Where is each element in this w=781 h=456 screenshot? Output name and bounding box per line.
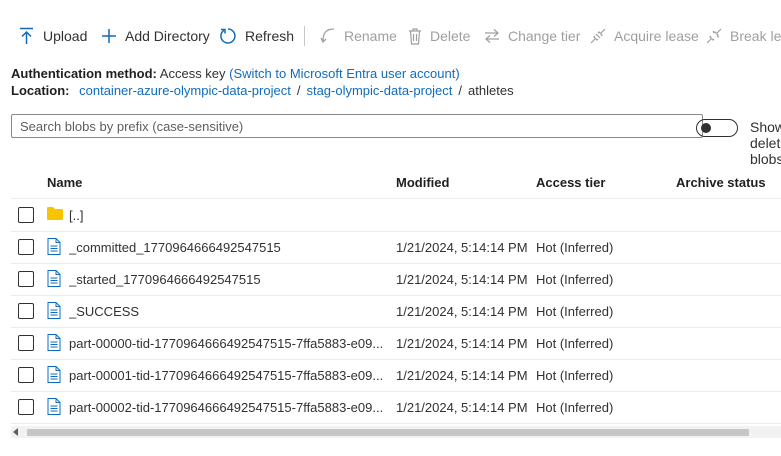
blob-access-tier: Hot (Inferred) [536, 368, 614, 383]
break-lease-label: Break lease [730, 28, 781, 44]
scroll-left-arrow[interactable] [13, 428, 18, 436]
search-blobs-input[interactable] [11, 114, 703, 138]
table-row[interactable]: part-00001-tid-1770964666492547515-7ffa5… [11, 359, 781, 392]
trash-icon [409, 27, 421, 45]
blob-modified: 1/21/2024, 5:14:14 PM [396, 368, 528, 383]
command-bar: Upload Add Directory Refresh Rename Dele… [0, 18, 781, 54]
column-header-name[interactable]: Name [47, 175, 82, 190]
blob-name[interactable]: part-00000-tid-1770964666492547515-7ffa5… [69, 336, 391, 351]
blob-modified: 1/21/2024, 5:14:14 PM [396, 400, 528, 415]
row-checkbox[interactable] [18, 367, 34, 383]
breadcrumb-container[interactable]: container-azure-olympic-data-project [79, 83, 291, 98]
blob-access-tier: Hot (Inferred) [536, 240, 614, 255]
folder-icon [47, 206, 63, 223]
row-checkbox[interactable] [18, 271, 34, 287]
rename-icon [320, 28, 335, 44]
change-tier-button[interactable]: Change tier [484, 18, 580, 54]
rename-button[interactable]: Rename [320, 18, 397, 54]
blob-modified: 1/21/2024, 5:14:14 PM [396, 336, 528, 351]
auth-method-line: Authentication method: Access key (Switc… [11, 66, 460, 81]
row-checkbox[interactable] [18, 399, 34, 415]
file-icon [47, 238, 61, 258]
table-row[interactable]: _committed_1770964666492547515 1/21/2024,… [11, 231, 781, 264]
breadcrumb: Location: container-azure-olympic-data-p… [11, 83, 514, 98]
blob-modified: 1/21/2024, 5:14:14 PM [396, 272, 528, 287]
scrollbar-thumb[interactable] [27, 429, 749, 436]
acquire-lease-button[interactable]: Acquire lease [590, 18, 699, 54]
toggle-knob [701, 123, 711, 133]
table-row[interactable]: [..] [11, 199, 781, 232]
auth-method-value: Access key [159, 66, 226, 81]
blob-access-tier: Hot (Inferred) [536, 400, 614, 415]
refresh-button[interactable]: Refresh [219, 18, 294, 54]
change-tier-label: Change tier [508, 28, 581, 44]
table-header: Name Modified Access tier Archive status [11, 166, 781, 199]
add-directory-label: Add Directory [125, 28, 210, 44]
row-checkbox[interactable] [18, 239, 34, 255]
break-link-icon [706, 28, 722, 44]
refresh-icon [220, 28, 236, 44]
row-checkbox[interactable] [18, 207, 34, 223]
breadcrumb-separator: / [296, 83, 301, 98]
blob-name[interactable]: _started_1770964666492547515 [69, 272, 391, 287]
blob-modified: 1/21/2024, 5:14:14 PM [396, 240, 528, 255]
table-row[interactable]: part-00000-tid-1770964666492547515-7ffa5… [11, 327, 781, 360]
switch-auth-link[interactable]: (Switch to Microsoft Entra user account) [229, 66, 459, 81]
table-row[interactable]: _SUCCESS 1/21/2024, 5:14:14 PM Hot (Inferr… [11, 295, 781, 328]
file-icon [47, 398, 61, 418]
horizontal-scrollbar[interactable] [11, 426, 781, 438]
blob-name[interactable]: part-00001-tid-1770964666492547515-7ffa5… [69, 368, 391, 383]
blob-name[interactable]: _SUCCESS [69, 304, 391, 319]
file-icon [47, 302, 61, 322]
breadcrumb-folder[interactable]: stag-olympic-data-project [306, 83, 452, 98]
blob-access-tier: Hot (Inferred) [536, 336, 614, 351]
location-label: Location: [11, 83, 70, 98]
blob-modified: 1/21/2024, 5:14:14 PM [396, 304, 528, 319]
file-icon [47, 334, 61, 354]
breadcrumb-separator: / [458, 83, 463, 98]
swap-icon [485, 29, 499, 43]
file-icon [47, 366, 61, 386]
file-icon [47, 270, 61, 290]
delete-button[interactable]: Delete [408, 18, 470, 54]
add-directory-button[interactable]: Add Directory [101, 18, 210, 54]
breadcrumb-current: athletes [468, 83, 514, 98]
blob-name[interactable]: part-00002-tid-1770964666492547515-7ffa5… [69, 400, 391, 415]
refresh-label: Refresh [245, 28, 295, 44]
show-deleted-label: Show deleted blobs [750, 119, 781, 167]
auth-method-label: Authentication method: [11, 66, 157, 81]
blob-access-tier: Hot (Inferred) [536, 304, 614, 319]
toolbar-divider [304, 26, 305, 46]
show-deleted-toggle[interactable] [696, 119, 738, 137]
break-lease-button[interactable]: Break lease [706, 18, 781, 54]
blob-name[interactable]: _committed_1770964666492547515 [69, 240, 391, 255]
plus-icon [102, 29, 116, 43]
table-row[interactable]: _started_1770964666492547515 1/21/2024, 5… [11, 263, 781, 296]
rename-label: Rename [344, 28, 397, 44]
column-header-archive-status[interactable]: Archive status [676, 175, 766, 190]
upload-icon [20, 27, 33, 44]
blob-name[interactable]: [..] [69, 208, 391, 223]
upload-label: Upload [43, 28, 88, 44]
delete-label: Delete [430, 28, 471, 44]
blob-access-tier: Hot (Inferred) [536, 272, 614, 287]
acquire-lease-label: Acquire lease [614, 28, 699, 44]
table-row[interactable]: part-00002-tid-1770964666492547515-7ffa5… [11, 391, 781, 424]
column-header-modified[interactable]: Modified [396, 175, 449, 190]
link-icon [590, 28, 606, 44]
column-header-access-tier[interactable]: Access tier [536, 175, 605, 190]
upload-button[interactable]: Upload [18, 18, 87, 54]
row-checkbox[interactable] [18, 303, 34, 319]
row-checkbox[interactable] [18, 335, 34, 351]
